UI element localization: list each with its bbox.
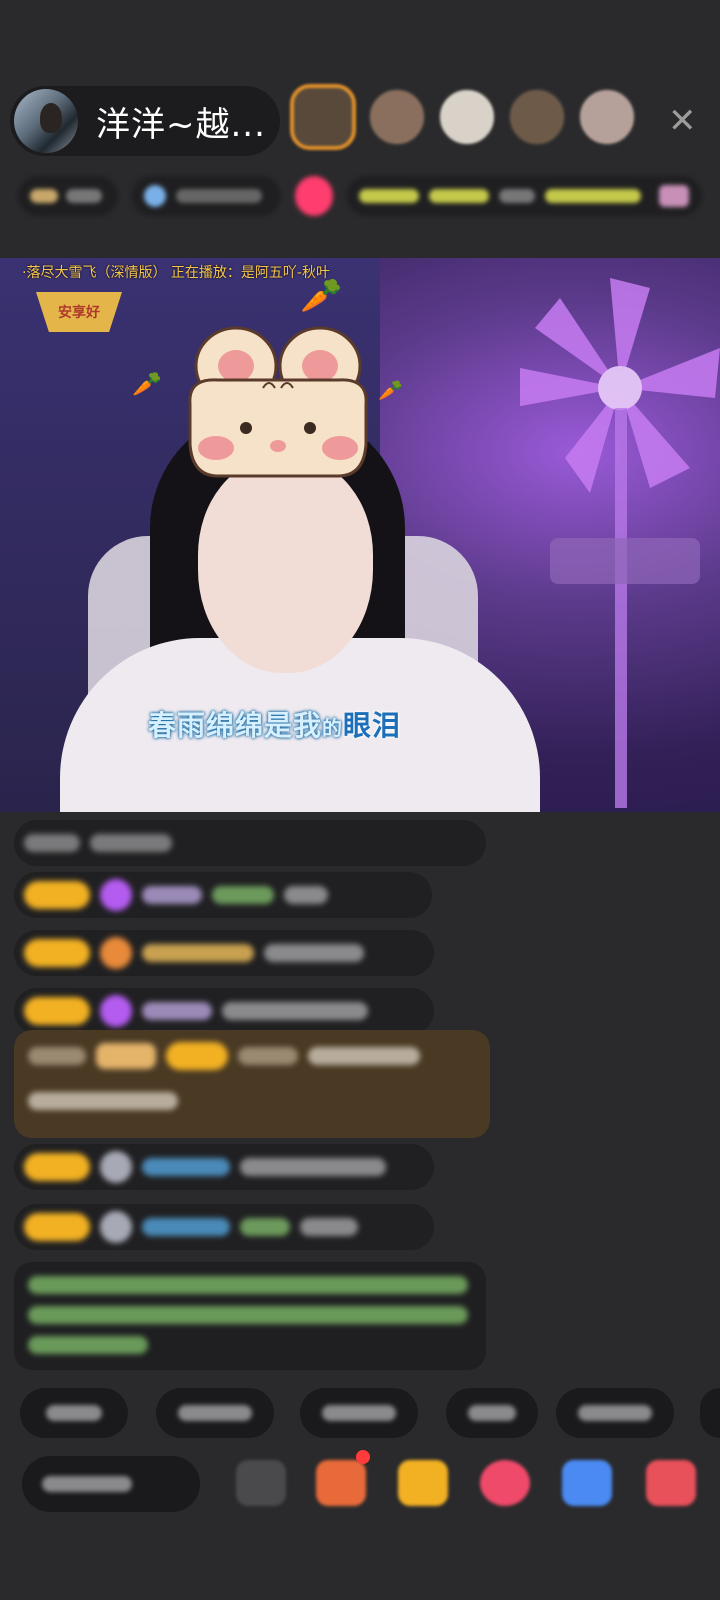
top-viewers: [290, 84, 648, 150]
viewer-avatar[interactable]: [368, 88, 426, 146]
notification-dot: [356, 1450, 370, 1464]
heart-gift-icon[interactable]: [480, 1460, 530, 1506]
quick-reply-chip[interactable]: [20, 1388, 128, 1438]
viewer-avatar[interactable]: [438, 88, 496, 146]
chat-message[interactable]: [14, 1144, 434, 1190]
chat-message[interactable]: [14, 872, 432, 918]
quick-reply-chip[interactable]: [446, 1388, 538, 1438]
info-chip[interactable]: [347, 176, 702, 216]
host-name[interactable]: 洋洋~越...: [96, 97, 266, 146]
carrot-icon: 🥕: [300, 276, 343, 316]
host-avatar[interactable]: [14, 89, 78, 153]
host-info[interactable]: 洋洋~越...: [10, 86, 280, 156]
info-chip[interactable]: [131, 176, 282, 216]
live-video[interactable]: 🥕 🥕 🥕 ·落尽大雪飞（深情版） 正在播放：是阿五吖-秋叶 安享好 春雨绵绵是…: [0, 258, 720, 812]
bunny-face-sticker: [188, 326, 368, 478]
streamer-badge: 安享好: [36, 292, 122, 332]
chat-message[interactable]: [14, 988, 434, 1034]
gift-icon[interactable]: [646, 1460, 696, 1506]
carrot-icon: 🥕: [132, 370, 162, 398]
carrot-icon: 🥕: [378, 378, 403, 402]
viewer-avatar[interactable]: [508, 88, 566, 146]
room-info-row: [18, 172, 702, 220]
viewer-avatar[interactable]: [290, 84, 356, 150]
viewer-avatar[interactable]: [578, 88, 636, 146]
quick-reply-chip[interactable]: [556, 1388, 674, 1438]
chat-message[interactable]: [14, 820, 486, 866]
game-icon[interactable]: [562, 1460, 612, 1506]
streamer-face: [198, 458, 373, 673]
quick-reply-chip[interactable]: [300, 1388, 418, 1438]
emoji-icon[interactable]: [236, 1460, 286, 1506]
chat-message[interactable]: [14, 930, 434, 976]
quick-reply-chip[interactable]: [700, 1388, 720, 1438]
gift-box-icon[interactable]: [316, 1460, 366, 1506]
lyric-highlight: 眼泪: [343, 709, 402, 742]
info-chip[interactable]: [295, 176, 334, 216]
now-playing-song: ·落尽大雪飞（深情版） 正在播放：是阿五吖-秋叶: [22, 265, 330, 281]
lyric-small: 的: [322, 716, 344, 740]
chat-message[interactable]: [14, 1204, 434, 1250]
karaoke-lyric: 春雨绵绵是我的眼泪: [148, 704, 401, 744]
system-notice: [14, 1262, 486, 1370]
quick-reply-chip[interactable]: [156, 1388, 274, 1438]
windmill-decoration: [520, 278, 720, 808]
gift-message[interactable]: [14, 1030, 490, 1138]
live-room-screen: 洋洋~越... ✕ 🥕 🥕 🥕 ·落尽大雪飞（深情版） 正在播放：是阿五吖-秋叶…: [0, 0, 720, 1600]
treasure-icon[interactable]: [398, 1460, 448, 1506]
close-icon[interactable]: ✕: [668, 104, 697, 138]
info-chip[interactable]: [18, 176, 118, 216]
chat-input[interactable]: [22, 1456, 200, 1512]
lyric-main: 春雨绵绵是我: [148, 709, 323, 742]
